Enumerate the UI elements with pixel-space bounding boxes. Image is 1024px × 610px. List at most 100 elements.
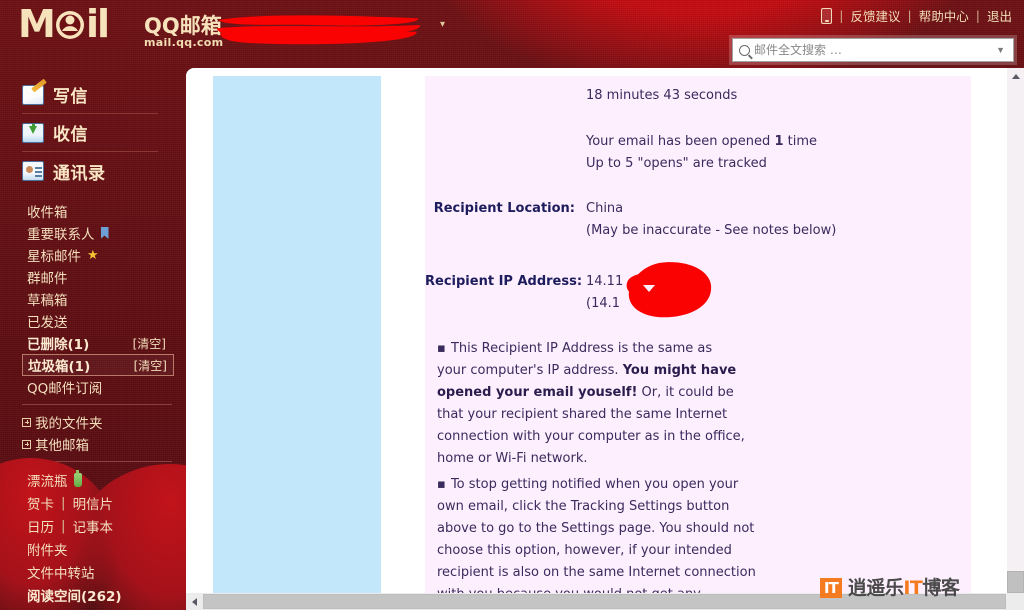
mail-content-pane: 18 minutes 43 seconds Your email has bee… bbox=[186, 68, 1024, 610]
qq-mail-logo[interactable]: M il QQ邮箱 mail.qq.com bbox=[18, 2, 224, 51]
sidebar-item-cards[interactable]: 贺卡 | 明信片 bbox=[22, 491, 186, 514]
bottle-icon bbox=[73, 469, 82, 487]
logo-wordmark: M il bbox=[18, 2, 136, 51]
folder-label: 草稿箱 bbox=[27, 293, 68, 309]
clear-folder-link[interactable]: [清空] bbox=[133, 335, 166, 352]
sidebar-groups: 我的文件夹 其他邮箱 bbox=[0, 411, 186, 455]
star-icon: ★ bbox=[87, 247, 99, 263]
vertical-scrollbar[interactable] bbox=[1007, 68, 1024, 593]
sidebar-divider-1 bbox=[22, 404, 172, 405]
sidebar: 写信 收信 通讯录 收件箱 重要联系人 星标邮件 ★ 群邮件 草稿箱 已发送 已… bbox=[0, 66, 186, 610]
recipient-ip-paren-tail: ) bbox=[694, 296, 700, 311]
sidebar-tools: 漂流瓶 贺卡 | 明信片 日历 | 记事本 附件夹 文件中转站 阅读空间(262… bbox=[0, 468, 186, 606]
redaction-mark-ip bbox=[626, 262, 712, 318]
tool-label[interactable]: 日历 bbox=[27, 516, 54, 536]
tool-label[interactable]: 明信片 bbox=[73, 493, 114, 513]
contacts-icon bbox=[22, 161, 44, 181]
bullet-icon: ▪ bbox=[437, 341, 447, 356]
tool-label[interactable]: 记事本 bbox=[73, 516, 114, 536]
vertical-scrollbar-thumb[interactable] bbox=[1007, 571, 1024, 593]
sidebar-item-receive[interactable]: 收信 bbox=[22, 114, 158, 152]
tracked-note: Up to 5 "opens" are tracked bbox=[586, 156, 767, 171]
mail-tracking-report: 18 minutes 43 seconds Your email has bee… bbox=[425, 76, 971, 610]
tool-separator: | bbox=[61, 517, 66, 534]
logo-mail-glyph: M il bbox=[18, 2, 110, 46]
sidebar-item-other-mailboxes[interactable]: 其他邮箱 bbox=[22, 433, 186, 455]
sidebar-item-file-transfer[interactable]: 文件中转站 bbox=[22, 560, 186, 583]
sidebar-item-label: 通讯录 bbox=[53, 163, 106, 184]
note-1: ▪ This Recipient IP Address is the same … bbox=[437, 338, 745, 470]
sidebar-item-group-mail[interactable]: 群邮件 bbox=[22, 266, 172, 288]
folder-label: 星标邮件 bbox=[27, 249, 81, 265]
open-duration: 18 minutes 43 seconds bbox=[586, 88, 738, 103]
svg-text:M: M bbox=[18, 5, 54, 45]
nav-separator-3: | bbox=[975, 8, 980, 23]
clear-folder-link[interactable]: [清空] bbox=[134, 357, 167, 374]
group-label: 其他邮箱 bbox=[35, 438, 89, 454]
logo-title: QQ邮箱 bbox=[144, 14, 222, 39]
bullet-icon: ▪ bbox=[437, 477, 447, 492]
bookmark-icon bbox=[100, 227, 109, 239]
recipient-ip-paren: (14.1 bbox=[586, 296, 621, 311]
recipient-location-note: (May be inaccurate - See notes below) bbox=[586, 223, 837, 238]
sidebar-item-contacts[interactable]: 通讯录 bbox=[22, 152, 158, 190]
watermark: IT 逍遥乐IT博客 bbox=[820, 578, 960, 598]
sidebar-item-compose[interactable]: 写信 bbox=[22, 76, 158, 114]
logo-domain: mail.qq.com bbox=[144, 36, 224, 50]
folder-label: 收件箱 bbox=[27, 205, 68, 221]
redaction-mark-email bbox=[216, 15, 421, 45]
sidebar-item-starred[interactable]: 星标邮件 ★ bbox=[22, 244, 172, 266]
tool-label: 附件夹 bbox=[27, 542, 68, 559]
chevron-up-icon bbox=[1011, 74, 1020, 79]
sidebar-item-attachments[interactable]: 附件夹 bbox=[22, 537, 186, 560]
tool-label: 文件中转站 bbox=[27, 565, 95, 582]
sidebar-item-calendar[interactable]: 日历 | 记事本 bbox=[22, 514, 186, 537]
sidebar-item-deleted[interactable]: 已删除(1) [清空] bbox=[22, 332, 172, 354]
sidebar-folder-list: 收件箱 重要联系人 星标邮件 ★ 群邮件 草稿箱 已发送 已删除(1) [清空] bbox=[0, 200, 186, 398]
tool-label: 漂流瓶 bbox=[27, 473, 68, 490]
watermark-text-c: 博客 bbox=[922, 577, 960, 599]
nav-link-feedback[interactable]: 反馈建议 bbox=[851, 6, 901, 25]
expand-plus-icon[interactable] bbox=[22, 439, 31, 449]
sidebar-item-label: 收信 bbox=[53, 125, 88, 145]
sidebar-item-qq-subscription[interactable]: QQ邮件订阅 bbox=[22, 376, 172, 398]
nav-link-logout[interactable]: 退出 bbox=[987, 6, 1012, 25]
chevron-down-icon: ▾ bbox=[440, 19, 446, 30]
folder-label: 重要联系人 bbox=[27, 227, 95, 243]
sidebar-main-actions: 写信 收信 通讯录 bbox=[0, 66, 186, 190]
qq-mail-window: M il QQ邮箱 mail.qq.com ▾ | 反馈建议 | 帮助中心 | … bbox=[0, 0, 1024, 610]
sidebar-item-important-contacts[interactable]: 重要联系人 bbox=[22, 222, 172, 244]
watermark-text: 逍遥乐IT博客 bbox=[848, 578, 960, 598]
tool-label[interactable]: 贺卡 bbox=[27, 493, 54, 513]
search-input[interactable] bbox=[754, 43, 993, 57]
sidebar-item-spam[interactable]: 垃圾箱(1) [清空] bbox=[22, 354, 174, 376]
chevron-down-icon[interactable]: ▼ bbox=[992, 45, 1009, 55]
recipient-ip-value: 14.11 bbox=[586, 274, 624, 289]
mail-banner-image bbox=[213, 76, 381, 593]
tool-label: 阅读空间(262) bbox=[27, 588, 122, 605]
scroll-up-button[interactable] bbox=[1007, 68, 1024, 85]
sidebar-item-my-folders[interactable]: 我的文件夹 bbox=[22, 411, 186, 433]
nav-separator-1: | bbox=[839, 8, 844, 23]
phone-icon[interactable] bbox=[821, 7, 833, 24]
expand-plus-icon[interactable] bbox=[22, 417, 31, 427]
search-icon bbox=[739, 44, 750, 56]
top-navigation: | 反馈建议 | 帮助中心 | 退出 bbox=[821, 6, 1012, 25]
sidebar-item-drift-bottle[interactable]: 漂流瓶 bbox=[22, 468, 186, 491]
folder-label: 垃圾箱(1) bbox=[28, 359, 91, 375]
sidebar-item-inbox[interactable]: 收件箱 bbox=[22, 200, 172, 222]
sidebar-item-reading-space[interactable]: 阅读空间(262) bbox=[22, 583, 186, 606]
chevron-left-icon bbox=[192, 597, 197, 606]
group-label: 我的文件夹 bbox=[35, 416, 103, 432]
scroll-left-button[interactable] bbox=[186, 593, 203, 610]
sidebar-item-drafts[interactable]: 草稿箱 bbox=[22, 288, 172, 310]
opened-suffix: time bbox=[783, 134, 817, 149]
nav-link-help[interactable]: 帮助中心 bbox=[919, 6, 969, 25]
account-dropdown-caret-wrap[interactable]: ▾ bbox=[440, 14, 445, 32]
svg-text:il: il bbox=[86, 5, 108, 45]
sidebar-item-sent[interactable]: 已发送 bbox=[22, 310, 172, 332]
folder-label: 群邮件 bbox=[27, 271, 68, 287]
watermark-badge: IT bbox=[820, 578, 842, 598]
recipient-location-value: China bbox=[586, 201, 624, 216]
search-bar[interactable]: ▼ bbox=[732, 38, 1014, 62]
